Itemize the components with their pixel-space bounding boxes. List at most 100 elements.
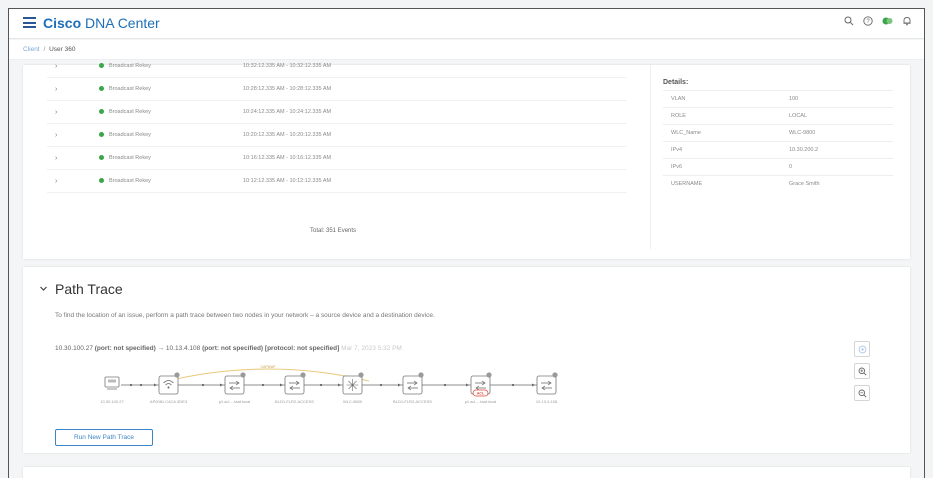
details-value: 0 [789,164,793,170]
trace-date: Mar 7, 2023 5:32 PM [341,345,402,352]
event-name: Broadcast Rekey [109,132,151,138]
zoom-out-icon [858,389,867,398]
destination-port: (port: not specified) [202,345,264,352]
switch-icon[interactable]: ACL [470,372,492,397]
event-row[interactable]: › Broadcast Rekey 10:32:12.335 AM - 10:3… [47,55,627,78]
switch-icon[interactable] [224,372,246,395]
event-name: Broadcast Rekey [109,155,151,161]
event-row[interactable]: › Broadcast Rekey 10:24:12.335 AM - 10:2… [47,101,627,124]
svg-text:?: ? [866,19,870,25]
details-value: LOCAL [789,113,808,119]
node-label: AP0081.C4CA.3DE3 [150,399,188,404]
acl-label: ACL [477,392,485,396]
event-time: 10:20:12.335 AM - 10:20:12.335 AM [243,132,332,138]
protocol: [protocol: not specified] [264,345,340,352]
zoom-in-icon [858,367,867,376]
path-trace-description: To find the location of an issue, perfor… [55,312,435,319]
diagram-controls [854,341,870,407]
node-label: p1.ad.....taat.local [219,399,251,404]
event-time: 10:32:12.335 AM - 10:32:12.335 AM [243,63,332,69]
status-dot [99,132,104,137]
capwap-tunnel-arc [166,368,370,382]
details-row: ROLE LOCAL [663,107,893,124]
switch-icon[interactable] [402,372,424,395]
event-row[interactable]: › Broadcast Rekey 10:12:12.335 AM - 10:1… [47,170,627,193]
client-host-icon[interactable] [104,376,120,390]
details-value: 10.30.200.2 [789,147,819,153]
access-point-icon[interactable] [158,372,180,395]
arrow: → [157,345,165,352]
expand-chevron-icon[interactable]: › [55,178,57,185]
events-total: Total: 351 Events [310,228,357,234]
search-icon[interactable] [844,16,854,26]
event-name: Broadcast Rekey [109,63,151,69]
details-row: VLAN 100 [663,90,893,107]
path-trace-title: Path Trace [55,281,123,297]
menu-icon[interactable] [23,17,36,28]
breadcrumb-link-client[interactable]: Client [23,46,40,53]
destination-ip: 10.13.4.108 [165,345,201,352]
settings-button[interactable] [854,341,870,357]
top-navigation-bar: Cisco DNA Center ? [9,9,924,39]
breadcrumb-separator: / [43,46,46,53]
details-row: IPv6 0 [663,158,893,175]
zoom-out-button[interactable] [854,385,870,401]
node-label: BLD1-FLR2-ACCESS [393,399,432,404]
details-panel: Details: VLAN 100 ROLE LOCAL WLC_Name WLC-9… [663,79,893,192]
node-label: 10.13.4.108 [536,399,558,404]
notifications-icon[interactable] [902,16,912,26]
source-port: (port: not specified) [94,345,156,352]
details-row: IPv4 10.30.200.2 [663,141,893,158]
event-name: Broadcast Rekey [109,86,151,92]
settings-icon [858,345,866,353]
details-key: ROLE [671,113,686,119]
node-label: 10.30.100.27 [100,399,124,404]
path-trace-diagram: CAPWAP ACL 10.30.100.27 AP0081.C4CA.3DE3… [100,365,558,404]
details-row: WLC_Name WLC-9800 [663,124,893,141]
event-row[interactable]: › Broadcast Rekey 10:28:12.335 AM - 10:2… [47,78,627,101]
details-key: IPv6 [671,164,683,170]
status-dot [99,63,104,68]
node-label: p1.ad.....taat.local [465,399,497,404]
expand-chevron-icon[interactable]: › [55,86,57,93]
status-dot [99,109,104,114]
help-icon[interactable]: ? [863,16,873,26]
details-value: WLC-9800 [789,130,816,136]
details-value: 100 [789,96,799,102]
brand-title[interactable]: Cisco DNA Center [43,15,160,31]
wireless-controller-icon[interactable] [342,372,364,395]
breadcrumb-current: User 360 [49,46,76,53]
details-key: USERNAME [671,181,703,187]
event-time: 10:16:12.335 AM - 10:16:12.335 AM [243,155,332,161]
details-key: IPv4 [671,147,683,153]
details-key: VLAN [671,96,686,102]
collapse-chevron-icon[interactable] [39,284,48,293]
details-value: Grace Smith [789,181,820,187]
event-name: Broadcast Rekey [109,109,151,115]
event-row[interactable]: › Broadcast Rekey 10:20:12.335 AM - 10:2… [47,124,627,147]
status-icon[interactable] [882,16,893,26]
expand-chevron-icon[interactable]: › [55,155,57,162]
run-new-path-trace-button[interactable]: Run New Path Trace [55,429,153,446]
details-title: Details: [663,79,689,86]
expand-chevron-icon[interactable]: › [55,63,57,70]
path-trace-card: Path Trace To find the location of an is… [23,267,910,453]
node-label: WLC-9800 [343,399,363,404]
app-window: Cisco DNA Center ? Client / User 360 › B… [8,8,925,478]
expand-chevron-icon[interactable]: › [55,132,57,139]
path-trace-summary: 10.30.100.27 (port: not specified) → 10.… [55,345,402,352]
switch-icon[interactable] [536,372,558,395]
switch-icon[interactable] [284,372,306,395]
expand-chevron-icon[interactable]: › [55,109,57,116]
next-section-card [23,467,910,478]
source-ip: 10.30.100.27 [55,345,93,352]
event-time: 10:24:12.335 AM - 10:24:12.335 AM [243,109,332,115]
event-name: Broadcast Rekey [109,178,151,184]
events-card: › Broadcast Rekey 10:32:12.335 AM - 10:3… [23,63,910,259]
details-row: USERNAME Grace Smith [663,175,893,192]
status-dot [99,178,104,183]
event-row[interactable]: › Broadcast Rekey 10:16:12.335 AM - 10:1… [47,147,627,170]
event-list: › Broadcast Rekey 10:32:12.335 AM - 10:3… [47,63,651,249]
zoom-in-button[interactable] [854,363,870,379]
details-key: WLC_Name [671,130,701,136]
